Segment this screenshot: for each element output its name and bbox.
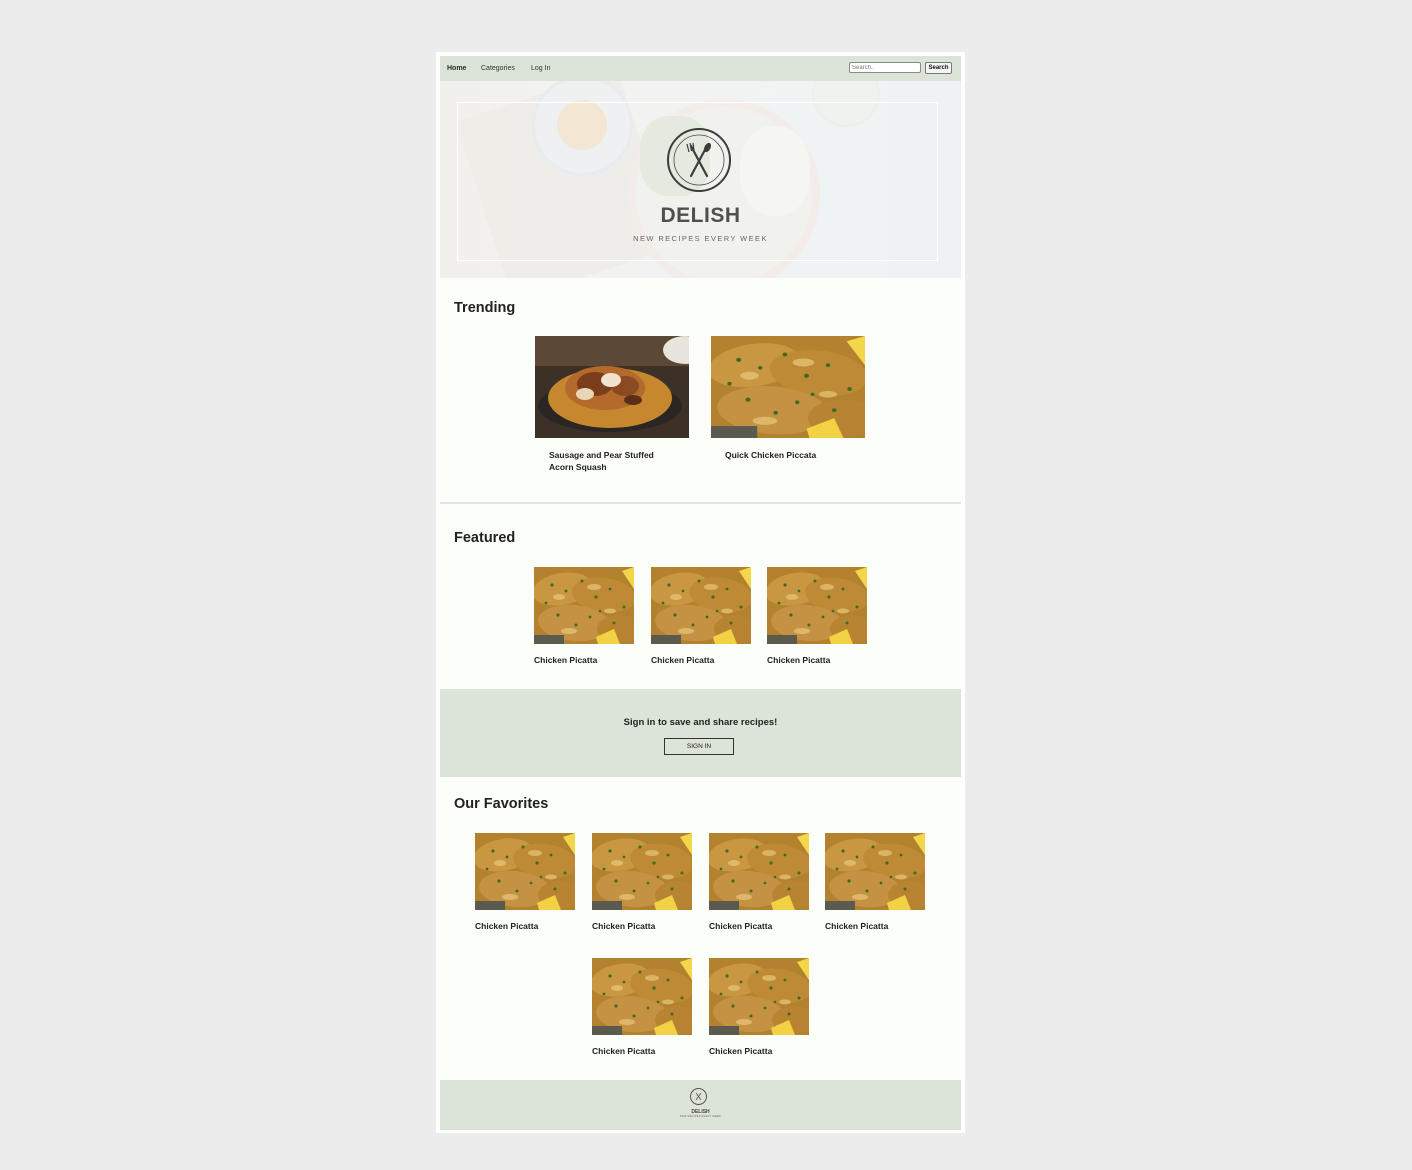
nav-link-home[interactable]: Home [447, 65, 466, 72]
trending-card-label[interactable]: Quick Chicken Piccata [725, 449, 855, 461]
hero-banner: DELISH NEW RECIPES EVERY WEEK [440, 81, 961, 278]
section-divider [440, 502, 961, 504]
footer-tagline: NEW RECIPES EVERY WEEK [679, 1115, 722, 1118]
chicken-piccata-photo [709, 958, 809, 1035]
favorites-card-image[interactable] [709, 833, 809, 910]
favorites-card-label[interactable]: Chicken Picatta [709, 1045, 772, 1057]
top-nav: Home Categories Log In Search [440, 56, 961, 81]
favorites-card-image[interactable] [592, 833, 692, 910]
favorites-card-label[interactable]: Chicken Picatta [475, 920, 538, 932]
favorites-card-image[interactable] [709, 958, 809, 1035]
trending-title: Trending [454, 300, 516, 316]
featured-card-label[interactable]: Chicken Picatta [534, 654, 597, 666]
footer-logo-icon [690, 1088, 707, 1105]
hero-brand-title: DELISH [660, 204, 741, 227]
favorites-card-label[interactable]: Chicken Picatta [592, 1045, 655, 1057]
chicken-piccata-photo [825, 833, 925, 910]
fork-knife-logo-icon [667, 128, 731, 192]
featured-card-image[interactable] [651, 567, 751, 644]
chicken-piccata-photo [767, 567, 867, 644]
chicken-piccata-photo [534, 567, 634, 644]
chicken-piccata-photo [592, 833, 692, 910]
featured-card-label[interactable]: Chicken Picatta [767, 654, 830, 666]
trending-card-image-squash[interactable] [535, 336, 689, 438]
trending-card-label[interactable]: Sausage and Pear Stuffed Acorn Squash [549, 449, 679, 473]
page: Home Categories Log In Search DELISH NEW… [440, 56, 961, 1130]
signin-band: Sign in to save and share recipes! SIGN … [440, 689, 961, 777]
featured-title: Featured [454, 530, 516, 546]
nav-link-login[interactable]: Log In [531, 65, 550, 72]
favorites-card-image[interactable] [825, 833, 925, 910]
chicken-piccata-photo [592, 958, 692, 1035]
featured-card-image[interactable] [534, 567, 634, 644]
featured-card-image[interactable] [767, 567, 867, 644]
favorites-card-image[interactable] [592, 958, 692, 1035]
favorites-card-label[interactable]: Chicken Picatta [592, 920, 655, 932]
chicken-piccata-photo [709, 833, 809, 910]
footer: DELISH NEW RECIPES EVERY WEEK [440, 1080, 961, 1130]
search-button[interactable]: Search [925, 62, 952, 74]
favorites-card-label[interactable]: Chicken Picatta [825, 920, 888, 932]
featured-card-label[interactable]: Chicken Picatta [651, 654, 714, 666]
hero-tagline: NEW RECIPES EVERY WEEK [633, 234, 768, 243]
chicken-piccata-photo [651, 567, 751, 644]
search-input[interactable] [849, 62, 921, 73]
favorites-card-image[interactable] [475, 833, 575, 910]
chicken-piccata-photo [711, 336, 865, 438]
trending-card-image-piccata[interactable] [711, 336, 865, 438]
favorites-card-label[interactable]: Chicken Picatta [709, 920, 772, 932]
nav-link-categories[interactable]: Categories [481, 65, 515, 72]
chicken-piccata-photo [475, 833, 575, 910]
signin-button[interactable]: SIGN IN [664, 738, 734, 755]
favorites-title: Our Favorites [454, 796, 549, 812]
signin-message: Sign in to save and share recipes! [623, 717, 778, 728]
